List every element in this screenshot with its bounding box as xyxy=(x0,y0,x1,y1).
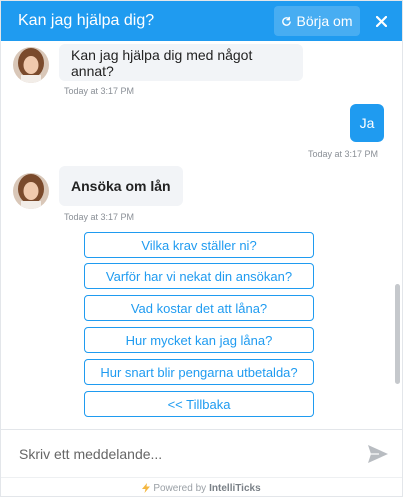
scrollbar-thumb[interactable] xyxy=(395,284,400,384)
user-message-bubble: Ja xyxy=(350,104,384,142)
message-timestamp: Today at 3:17 PM xyxy=(308,149,379,159)
message-input[interactable] xyxy=(19,442,349,466)
restart-button[interactable]: Börja om xyxy=(274,6,360,36)
chat-widget: Kan jag hjälpa dig? Börja om Kan jag hjä… xyxy=(0,0,403,497)
quick-reply-option[interactable]: Hur snart blir pengarna utbetalda? xyxy=(84,359,314,385)
agent-avatar xyxy=(13,173,49,209)
quick-reply-option[interactable]: Vad kostar det att låna? xyxy=(84,295,314,321)
bot-message-bubble: Ansöka om lån xyxy=(59,166,183,206)
powered-by-footer[interactable]: Powered by IntelliTicks xyxy=(1,477,402,497)
agent-avatar xyxy=(13,47,49,83)
chat-title: Kan jag hjälpa dig? xyxy=(18,12,155,29)
refresh-icon xyxy=(282,16,292,26)
message-timestamp: Today at 3:17 PM xyxy=(64,212,135,222)
message-timestamp: Today at 3:17 PM xyxy=(64,86,135,96)
quick-reply-option[interactable]: Vilka krav ställer ni? xyxy=(84,232,314,258)
message-composer xyxy=(1,429,402,477)
powered-by-text: Powered by xyxy=(153,482,207,494)
bot-message-text: Ansöka om lån xyxy=(71,178,171,194)
back-option[interactable]: << Tillbaka xyxy=(84,391,314,417)
close-icon xyxy=(375,15,387,27)
close-button[interactable] xyxy=(371,11,391,31)
quick-reply-option[interactable]: Hur mycket kan jag låna? xyxy=(84,327,314,353)
lightning-icon xyxy=(142,483,151,493)
user-message-text: Ja xyxy=(359,115,375,131)
quick-reply-option[interactable]: Varför har vi nekat din ansökan? xyxy=(84,263,314,289)
brand-name: IntelliTicks xyxy=(209,482,261,494)
message-list[interactable]: Kan jag hjälpa dig med något annat? Toda… xyxy=(1,41,402,429)
send-icon xyxy=(368,445,388,463)
chat-header: Kan jag hjälpa dig? Börja om xyxy=(1,1,402,41)
bot-message-text: Kan jag hjälpa dig med något annat? xyxy=(71,46,253,79)
send-button[interactable] xyxy=(367,444,389,464)
restart-label: Börja om xyxy=(296,13,353,29)
bot-message-bubble: Kan jag hjälpa dig med något annat? xyxy=(59,44,303,81)
